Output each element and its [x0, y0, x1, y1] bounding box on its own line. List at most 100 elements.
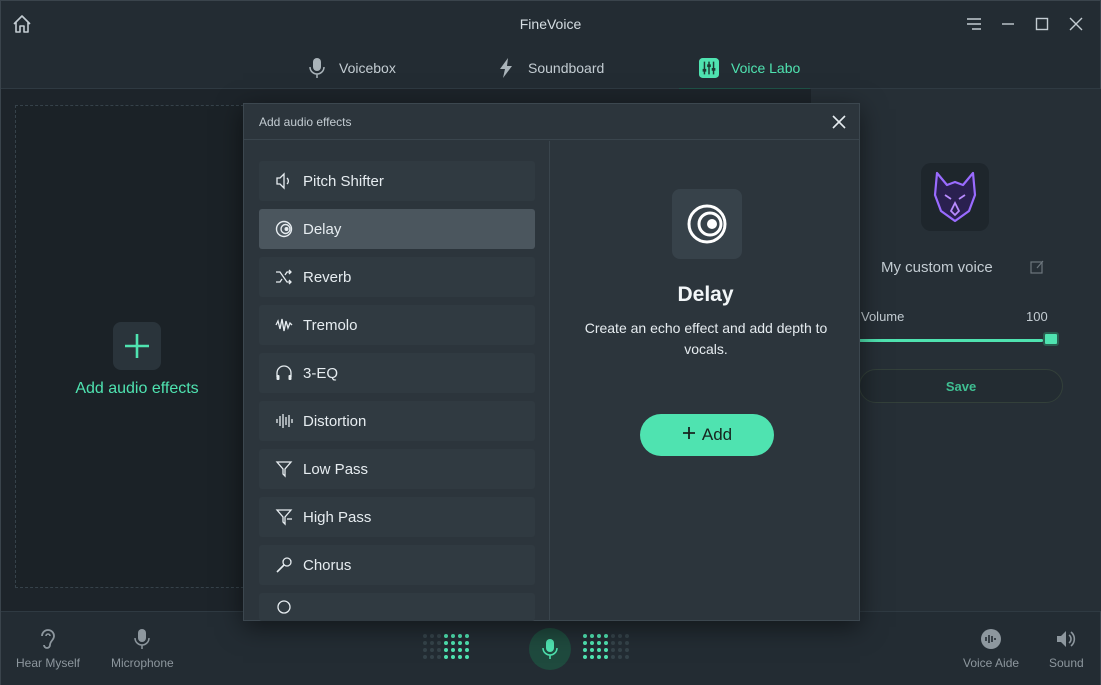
- voice-aide-button[interactable]: Voice Aide: [963, 628, 1019, 670]
- wolf-avatar-icon: [921, 163, 989, 231]
- meter-dot: [583, 655, 587, 659]
- effect-item-distortion[interactable]: Distortion: [259, 401, 535, 441]
- tab-label: Voice Labo: [731, 60, 801, 76]
- meter-dot: [618, 641, 622, 645]
- dialog-close-icon[interactable]: [831, 114, 847, 130]
- add-effect-button[interactable]: [113, 322, 161, 370]
- effect-item-reverb[interactable]: Reverb: [259, 257, 535, 297]
- effect-item-low-pass[interactable]: Low Pass: [259, 449, 535, 489]
- meter-dot: [423, 648, 427, 652]
- meter-dot: [583, 648, 587, 652]
- bars-icon: [275, 412, 293, 430]
- meter-dot: [444, 634, 448, 638]
- meter-dot: [590, 655, 594, 659]
- title-bar: FineVoice: [1, 1, 1100, 47]
- meter-dot: [625, 634, 629, 638]
- meter-dot: [430, 648, 434, 652]
- shuffle-icon: [275, 268, 293, 286]
- echo-icon: [275, 220, 293, 238]
- minimize-icon[interactable]: [998, 13, 1018, 35]
- effect-label: Chorus: [303, 556, 352, 574]
- meter-dot: [444, 655, 448, 659]
- tab-label: Soundboard: [528, 60, 605, 76]
- meter-dot: [611, 655, 615, 659]
- speaker-icon: [275, 172, 293, 190]
- effect-name: Delay: [677, 283, 734, 306]
- effect-item-chorus[interactable]: Chorus: [259, 545, 535, 585]
- lightning-icon: [496, 57, 516, 79]
- effect-description: Create an echo effect and add depth to v…: [584, 320, 828, 357]
- effects-list: Pitch Shifter Delay Reverb Tremolo 3-EQ …: [244, 141, 550, 621]
- add-audio-effects-dialog: Add audio effects Pitch Shifter Delay Re…: [243, 103, 860, 621]
- meter-dot: [465, 648, 469, 652]
- meter-dot: [590, 634, 594, 638]
- wave-icon: [275, 316, 293, 334]
- meter-dot: [590, 648, 594, 652]
- volume-value: 100: [1026, 309, 1048, 324]
- meter-dot: [430, 634, 434, 638]
- add-effect-confirm-button[interactable]: Add: [640, 414, 774, 456]
- meter-dot: [423, 634, 427, 638]
- level-meter-left: [423, 634, 469, 659]
- meter-dot: [604, 634, 608, 638]
- edit-icon[interactable]: [1029, 259, 1045, 275]
- meter-dot: [583, 641, 587, 645]
- meter-dot: [597, 648, 601, 652]
- microphone-icon: [131, 628, 153, 650]
- meter-dot: [465, 641, 469, 645]
- meter-dot: [618, 648, 622, 652]
- microphone-button[interactable]: Microphone: [111, 628, 174, 670]
- microphone-icon: [275, 556, 293, 574]
- add-effects-label[interactable]: Add audio effects: [16, 380, 258, 398]
- maximize-icon[interactable]: [1032, 13, 1052, 35]
- filter-icon: [275, 460, 293, 478]
- menu-icon[interactable]: [964, 13, 984, 35]
- meter-dot: [437, 634, 441, 638]
- meter-dot: [597, 655, 601, 659]
- meter-dot: [625, 655, 629, 659]
- effect-item-pitch-shifter[interactable]: Pitch Shifter: [259, 161, 535, 201]
- effect-item-partial[interactable]: [259, 593, 535, 621]
- tab-voicebox[interactable]: Voicebox: [307, 47, 396, 89]
- meter-dot: [625, 648, 629, 652]
- meter-dot: [458, 648, 462, 652]
- meter-dot: [611, 641, 615, 645]
- effect-item-tremolo[interactable]: Tremolo: [259, 305, 535, 345]
- effect-item-delay[interactable]: Delay: [259, 209, 535, 249]
- window-controls: [964, 13, 1086, 35]
- tab-voice-labo[interactable]: Voice Labo: [678, 47, 811, 90]
- bottom-bar: Hear Myself Microphone Voice Aide Sound: [1, 611, 1100, 685]
- slider-thumb[interactable]: [1043, 332, 1059, 346]
- save-button[interactable]: Save: [859, 369, 1063, 403]
- meter-dot: [611, 634, 615, 638]
- sound-label: Sound: [1049, 656, 1084, 670]
- meter-dot: [611, 648, 615, 652]
- mic-toggle-button[interactable]: [529, 628, 571, 670]
- ear-icon: [37, 628, 59, 650]
- app-title: FineVoice: [519, 16, 582, 32]
- effect-label: High Pass: [303, 508, 372, 526]
- effect-label: 3-EQ: [303, 364, 339, 382]
- meter-dot: [437, 641, 441, 645]
- effect-item-3-eq[interactable]: 3-EQ: [259, 353, 535, 393]
- voice-aide-label: Voice Aide: [963, 656, 1020, 670]
- microphone-icon: [307, 57, 327, 79]
- effect-item-high-pass[interactable]: High Pass: [259, 497, 535, 537]
- dialog-title: Add audio effects: [259, 115, 352, 129]
- meter-dot: [465, 655, 469, 659]
- voice-aide-icon: [980, 628, 1002, 650]
- sound-button[interactable]: Sound: [1049, 628, 1084, 670]
- volume-slider[interactable]: [859, 332, 1059, 346]
- add-label: Add: [701, 425, 733, 444]
- meter-dot: [444, 648, 448, 652]
- volume-label: Volume: [861, 309, 905, 324]
- meter-dot: [618, 655, 622, 659]
- close-icon[interactable]: [1066, 13, 1086, 35]
- tab-soundboard[interactable]: Soundboard: [496, 47, 604, 89]
- headphones-icon: [275, 364, 293, 382]
- effect-detail-panel: Delay Create an echo effect and add dept…: [551, 141, 860, 621]
- filter-icon: [275, 508, 293, 526]
- effect-label: Reverb: [303, 268, 352, 286]
- hear-myself-button[interactable]: Hear Myself: [16, 628, 80, 670]
- tab-label: Voicebox: [339, 60, 396, 76]
